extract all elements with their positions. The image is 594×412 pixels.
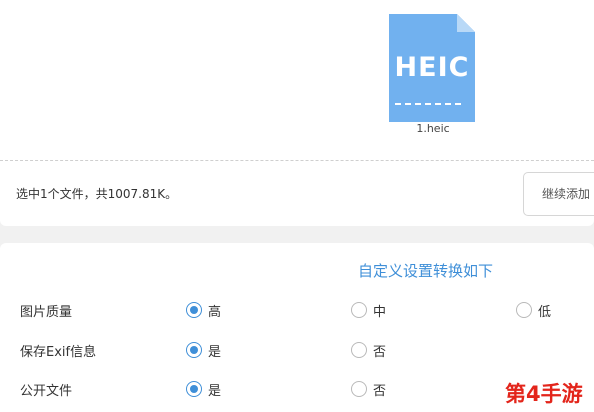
selection-summary: 选中1个文件，共1007.81K。 <box>16 187 178 201</box>
radio-unchecked-icon[interactable] <box>516 302 532 318</box>
radio-quality-low[interactable]: 低 <box>516 297 551 323</box>
radio-unchecked-icon[interactable] <box>351 381 367 397</box>
setting-label: 图片质量 <box>20 305 73 320</box>
radio-checked-icon[interactable] <box>186 302 202 318</box>
file-drop-zone[interactable]: HEIC 1.heic <box>0 0 594 161</box>
radio-label: 否 <box>373 344 387 360</box>
file-item[interactable]: HEIC 1.heic <box>382 14 484 138</box>
radio-label: 低 <box>538 304 552 320</box>
radio-public-yes[interactable]: 是 <box>186 376 221 402</box>
setting-row-image-quality: 图片质量 高 中 低 <box>0 297 594 323</box>
site-watermark: 第4手游 <box>505 382 583 406</box>
radio-unchecked-icon[interactable] <box>351 342 367 358</box>
radio-checked-icon[interactable] <box>186 381 202 397</box>
upload-panel: HEIC 1.heic 选中1个文件，共1007.81K。 继续添加 <box>0 0 594 226</box>
file-name: 1.heic <box>416 122 450 135</box>
settings-title: 自定义设置转换如下 <box>358 262 494 280</box>
radio-unchecked-icon[interactable] <box>351 302 367 318</box>
radio-label: 是 <box>208 383 222 399</box>
radio-label: 否 <box>373 383 387 399</box>
radio-label: 高 <box>208 304 222 320</box>
radio-public-no[interactable]: 否 <box>351 376 386 402</box>
converter-page: HEIC 1.heic 选中1个文件，共1007.81K。 继续添加 自定义设置… <box>0 0 594 412</box>
radio-exif-yes[interactable]: 是 <box>186 337 221 363</box>
setting-label: 公开文件 <box>20 384 73 399</box>
setting-label: 保存Exif信息 <box>20 345 97 360</box>
radio-quality-high[interactable]: 高 <box>186 297 221 323</box>
radio-label: 是 <box>208 344 222 360</box>
radio-label: 中 <box>373 304 387 320</box>
selection-summary-bar: 选中1个文件，共1007.81K。 继续添加 <box>0 162 594 226</box>
radio-quality-medium[interactable]: 中 <box>351 297 386 323</box>
radio-checked-icon[interactable] <box>186 342 202 358</box>
file-type-label: HEIC <box>394 52 470 83</box>
add-more-files-button[interactable]: 继续添加 <box>523 172 594 216</box>
setting-row-save-exif: 保存Exif信息 是 否 <box>0 337 594 363</box>
radio-exif-no[interactable]: 否 <box>351 337 386 363</box>
